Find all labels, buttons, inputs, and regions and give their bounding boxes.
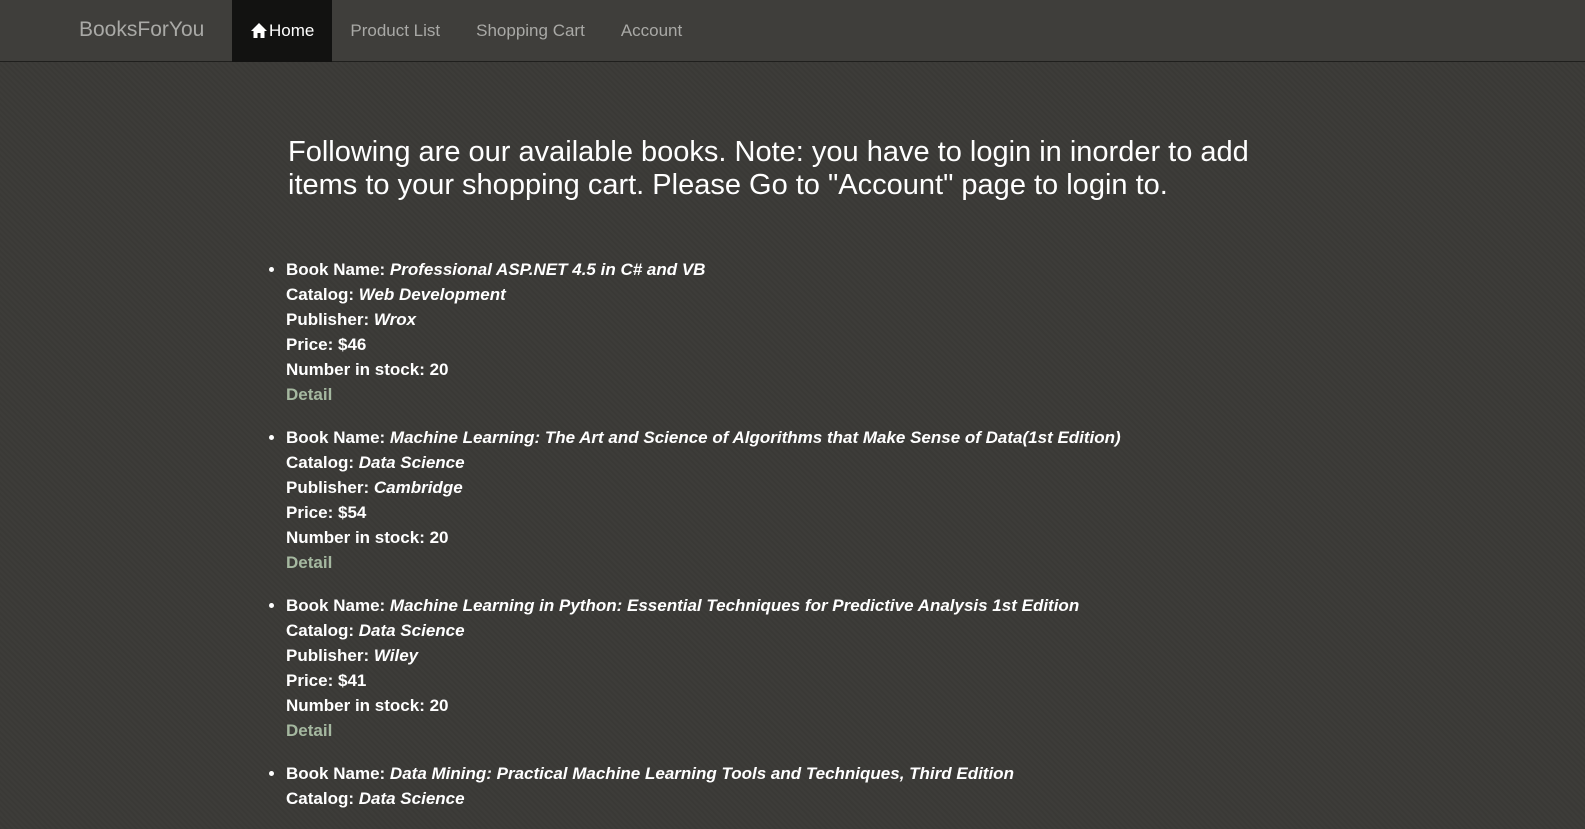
- nav-menu: Home Product List Shopping Cart Account: [232, 0, 700, 62]
- publisher-row: Publisher: Wiley: [286, 643, 1386, 668]
- nav-item-label: Home: [269, 21, 315, 40]
- publisher-label: Publisher:: [286, 646, 370, 665]
- book-item: Book Name: Machine Learning: The Art and…: [286, 425, 1386, 575]
- book-name-label: Book Name:: [286, 260, 386, 279]
- book-name-value: Professional ASP.NET 4.5 in C# and VB: [389, 260, 706, 279]
- stock-value: 20: [429, 696, 449, 715]
- price-value: $41: [337, 671, 367, 690]
- nav-item-label: Product List: [350, 21, 441, 40]
- catalog-value: Web Development: [358, 285, 506, 304]
- detail-link[interactable]: Detail: [286, 718, 332, 743]
- stock-value: 20: [429, 360, 449, 379]
- book-name-label: Book Name:: [286, 764, 386, 783]
- book-name-value: Machine Learning: The Art and Science of…: [389, 428, 1121, 447]
- price-value: $54: [337, 503, 367, 522]
- stock-label: Number in stock:: [286, 696, 425, 715]
- price-row: Price: $41: [286, 668, 1386, 693]
- publisher-value: Wiley: [373, 646, 419, 665]
- nav-item-home[interactable]: Home: [232, 0, 333, 62]
- book-name-row: Book Name: Data Mining: Practical Machin…: [286, 761, 1386, 786]
- nav-item-account[interactable]: Account: [603, 0, 700, 62]
- catalog-label: Catalog:: [286, 789, 354, 808]
- price-value: $46: [337, 335, 367, 354]
- publisher-label: Publisher:: [286, 310, 370, 329]
- navbar: BooksForYou Home Product List Shopping C…: [0, 0, 1585, 62]
- book-item: Book Name: Data Mining: Practical Machin…: [286, 761, 1386, 811]
- stock-row: Number in stock: 20: [286, 693, 1386, 718]
- book-name-value: Data Mining: Practical Machine Learning …: [389, 764, 1014, 783]
- intro-text: Following are our available books. Note:…: [288, 136, 1249, 201]
- catalog-value: Data Science: [358, 453, 465, 472]
- brand-link[interactable]: BooksForYou: [79, 17, 204, 43]
- publisher-row: Publisher: Cambridge: [286, 475, 1386, 500]
- book-list: Book Name: Professional ASP.NET 4.5 in C…: [286, 257, 1386, 829]
- book-name-label: Book Name:: [286, 596, 386, 615]
- stock-label: Number in stock:: [286, 528, 425, 547]
- stock-row: Number in stock: 20: [286, 525, 1386, 550]
- stock-label: Number in stock:: [286, 360, 425, 379]
- publisher-row: Publisher: Wrox: [286, 307, 1386, 332]
- nav-item-shopping-cart[interactable]: Shopping Cart: [458, 0, 603, 62]
- publisher-label: Publisher:: [286, 478, 370, 497]
- catalog-value: Data Science: [358, 789, 465, 808]
- catalog-row: Catalog: Data Science: [286, 786, 1386, 811]
- price-row: Price: $54: [286, 500, 1386, 525]
- catalog-value: Data Science: [358, 621, 465, 640]
- book-name-value: Machine Learning in Python: Essential Te…: [389, 596, 1080, 615]
- catalog-label: Catalog:: [286, 621, 354, 640]
- price-label: Price:: [286, 671, 334, 690]
- detail-link[interactable]: Detail: [286, 550, 332, 575]
- catalog-row: Catalog: Data Science: [286, 618, 1386, 643]
- stock-row: Number in stock: 20: [286, 357, 1386, 382]
- price-label: Price:: [286, 335, 334, 354]
- book-item: Book Name: Machine Learning in Python: E…: [286, 593, 1386, 743]
- nav-item-label: Account: [620, 21, 683, 40]
- book-name-row: Book Name: Machine Learning in Python: E…: [286, 593, 1386, 618]
- catalog-label: Catalog:: [286, 453, 354, 472]
- stock-value: 20: [429, 528, 449, 547]
- price-row: Price: $46: [286, 332, 1386, 357]
- book-name-row: Book Name: Machine Learning: The Art and…: [286, 425, 1386, 450]
- detail-link[interactable]: Detail: [286, 382, 332, 407]
- publisher-value: Wrox: [373, 310, 417, 329]
- price-label: Price:: [286, 503, 334, 522]
- book-name-label: Book Name:: [286, 428, 386, 447]
- catalog-row: Catalog: Web Development: [286, 282, 1386, 307]
- home-icon: [250, 22, 268, 39]
- catalog-label: Catalog:: [286, 285, 354, 304]
- publisher-value: Cambridge: [373, 478, 463, 497]
- catalog-row: Catalog: Data Science: [286, 450, 1386, 475]
- nav-item-label: Shopping Cart: [476, 21, 585, 40]
- nav-item-product-list[interactable]: Product List: [332, 0, 458, 62]
- book-name-row: Book Name: Professional ASP.NET 4.5 in C…: [286, 257, 1386, 282]
- book-item: Book Name: Professional ASP.NET 4.5 in C…: [286, 257, 1386, 407]
